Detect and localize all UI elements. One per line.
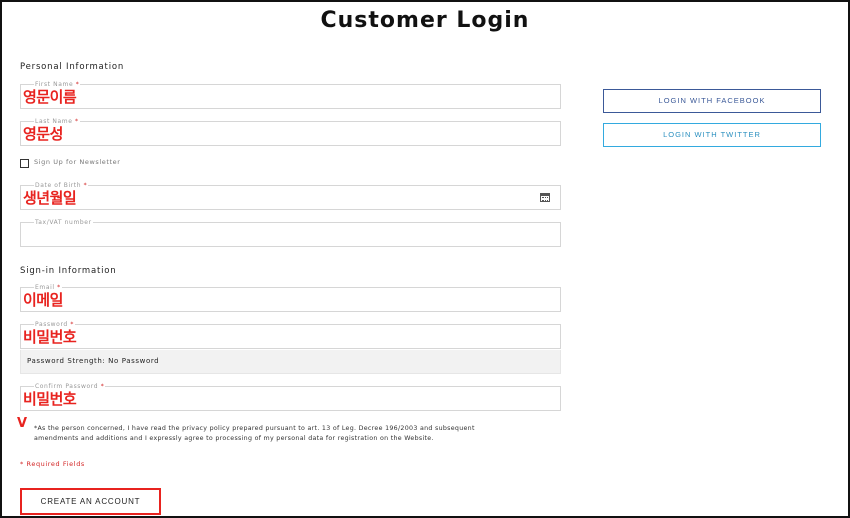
consent-checkmark[interactable]: V [17,416,27,431]
calendar-icon[interactable] [540,193,550,202]
password-annotation: 비밀번호 [23,328,77,346]
password-field[interactable]: Password * 비밀번호 [20,321,561,349]
email-annotation: 이메일 [23,291,63,309]
first-name-label: First Name * [34,81,81,88]
required-fields-note: * Required Fields [20,460,85,468]
tax-vat-label: Tax/VAT number [34,219,93,226]
last-name-annotation: 영문성 [23,125,63,143]
first-name-field[interactable]: First Name * 영문이름 [20,81,561,109]
confirm-password-annotation: 비밀번호 [23,390,77,408]
last-name-field[interactable]: Last Name * 영문성 [20,118,561,146]
confirm-password-field[interactable]: Confirm Password * 비밀번호 [20,383,561,411]
first-name-annotation: 영문이름 [23,88,77,106]
email-field[interactable]: Email * 이메일 [20,284,561,312]
dob-label: Date of Birth * [34,182,89,189]
consent-text: *As the person concerned, I have read th… [34,425,475,442]
email-label: Email * [34,284,62,291]
newsletter-checkbox[interactable] [20,159,29,168]
personal-info-heading: Personal Information [20,62,125,72]
confirm-password-label: Confirm Password * [34,383,106,390]
password-label: Password * [34,321,75,328]
page-title: Customer Login [320,8,530,33]
login-facebook-button[interactable]: LOGIN WITH FACEBOOK [603,89,821,113]
password-strength-meter: Password Strength: No Password [20,350,561,374]
create-account-button[interactable]: CREATE AN ACCOUNT [20,488,161,515]
tax-vat-field[interactable]: Tax/VAT number [20,219,561,247]
newsletter-label[interactable]: Sign Up for Newsletter [34,158,121,166]
password-strength-text: Password Strength: No Password [27,357,160,365]
last-name-label: Last Name * [34,118,80,125]
login-twitter-button[interactable]: LOGIN WITH TWITTER [603,123,821,147]
signin-info-heading: Sign-in Information [20,266,117,276]
dob-annotation: 생년월일 [23,189,77,207]
dob-field[interactable]: Date of Birth * 생년월일 [20,182,561,210]
